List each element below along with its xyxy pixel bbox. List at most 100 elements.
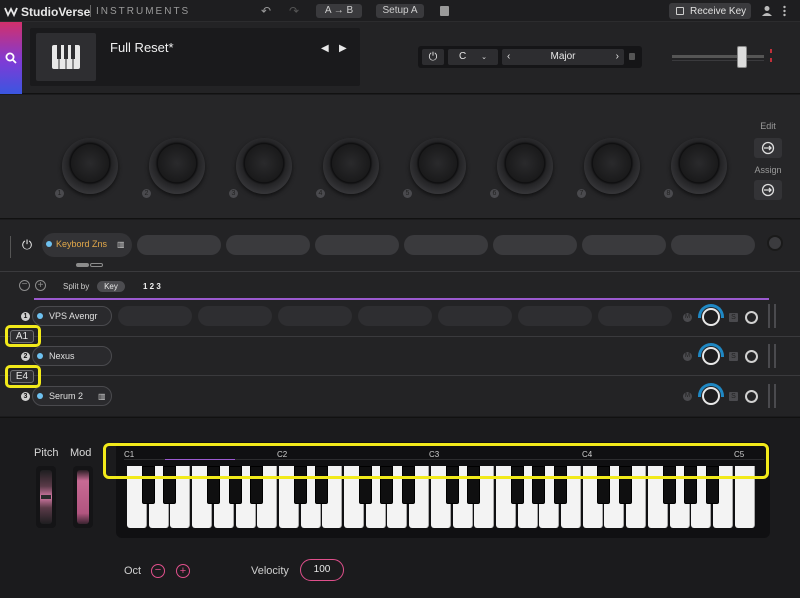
remove-zone-icon[interactable]: − <box>19 280 30 291</box>
zone-instrument-slot[interactable]: Nexus <box>32 346 112 366</box>
zones-power-icon[interactable]: ⏻ <box>18 236 36 254</box>
redo-icon[interactable]: ↷ <box>286 3 302 19</box>
scale-next-icon[interactable]: › <box>616 49 619 65</box>
solo-button[interactable]: S <box>729 392 738 401</box>
assign-icon <box>761 183 775 197</box>
mod-wheel-body[interactable] <box>77 470 89 524</box>
macro-knob-2[interactable] <box>149 138 205 194</box>
zone-pan-knob[interactable] <box>745 390 758 403</box>
zone-page-indicator[interactable] <box>76 263 89 267</box>
empty-slot[interactable] <box>671 235 755 255</box>
octave-up-icon[interactable]: + <box>176 564 190 578</box>
edit-icon <box>761 141 775 155</box>
empty-slot[interactable] <box>438 306 512 326</box>
mod-label: Mod <box>70 447 92 459</box>
empty-slot[interactable] <box>118 306 192 326</box>
title-divider <box>90 5 91 17</box>
octave-range-highlight <box>103 443 769 479</box>
macro-knob-5[interactable] <box>410 138 466 194</box>
mute-button[interactable]: M <box>683 352 692 361</box>
user-icon[interactable] <box>762 5 772 17</box>
zone-range-line <box>34 298 769 300</box>
key-value: C <box>459 51 467 62</box>
macro-knob-8[interactable] <box>671 138 727 194</box>
pitch-wheel-center <box>41 495 51 499</box>
zone-meter <box>768 384 770 408</box>
empty-slot[interactable] <box>278 306 352 326</box>
zone-numbers[interactable]: 1 2 3 <box>143 282 161 291</box>
search-icon[interactable] <box>4 51 18 65</box>
macro-knob-3[interactable] <box>236 138 292 194</box>
empty-slot[interactable] <box>137 235 221 255</box>
previous-preset-icon[interactable]: ◀ <box>321 43 329 54</box>
add-zone-icon[interactable]: + <box>35 280 46 291</box>
empty-slot[interactable] <box>598 306 672 326</box>
empty-slot[interactable] <box>198 306 272 326</box>
key-dropdown[interactable]: C ⌄ <box>448 49 498 65</box>
app-section: INSTRUMENTS <box>96 6 191 17</box>
next-preset-icon[interactable]: ▶ <box>339 43 347 54</box>
macro-knob-6[interactable] <box>497 138 553 194</box>
split-note-tag[interactable]: A1 <box>10 330 34 343</box>
instrument-keys-icon: ▥ <box>117 240 125 249</box>
zone-volume-knob[interactable] <box>702 308 720 326</box>
receive-key-checkbox[interactable] <box>676 7 684 15</box>
macro-knob-1[interactable] <box>62 138 118 194</box>
split-mode-button[interactable]: Key <box>97 281 125 292</box>
more-menu-icon[interactable] <box>783 5 786 17</box>
empty-slot[interactable] <box>315 235 399 255</box>
empty-slot[interactable] <box>404 235 488 255</box>
macro-number: 4 <box>316 189 325 198</box>
zone-meter <box>774 384 776 408</box>
scale-selector[interactable]: ‹ Major › <box>502 49 624 65</box>
velocity-value-field[interactable]: 100 <box>300 559 344 581</box>
empty-slot[interactable] <box>493 235 577 255</box>
mute-button[interactable]: M <box>683 313 692 322</box>
zone-pan-knob[interactable] <box>745 311 758 324</box>
piano-icon <box>51 44 81 70</box>
solo-button[interactable]: S <box>729 352 738 361</box>
edit-label: Edit <box>760 121 776 131</box>
master-fader-handle[interactable] <box>737 46 747 68</box>
assign-macro-button[interactable] <box>754 180 782 200</box>
zones-volume-knob[interactable] <box>767 235 783 251</box>
macro-knob-4[interactable] <box>323 138 379 194</box>
macro-number: 6 <box>490 189 499 198</box>
macro-knob-7[interactable] <box>584 138 640 194</box>
lock-icon[interactable] <box>629 53 635 60</box>
assign-label: Assign <box>754 165 782 175</box>
empty-slot[interactable] <box>582 235 666 255</box>
zone-number: 2 <box>21 352 30 361</box>
zone-meter <box>768 344 770 368</box>
octave-down-icon[interactable]: − <box>151 564 165 578</box>
status-dot <box>37 393 43 399</box>
split-note-tag[interactable]: E4 <box>10 370 34 383</box>
pitch-wheel[interactable] <box>36 466 56 528</box>
mod-wheel[interactable] <box>73 466 93 528</box>
preset-name[interactable]: Full Reset* <box>110 40 174 55</box>
empty-slot[interactable] <box>358 306 432 326</box>
empty-slot[interactable] <box>518 306 592 326</box>
zone-page-indicator[interactable] <box>90 263 103 267</box>
zone-instrument-slot[interactable]: VPS Avengr <box>32 306 112 326</box>
solo-button[interactable]: S <box>729 313 738 322</box>
instrument-name: Nexus <box>49 351 75 361</box>
setup-button[interactable]: Setup A <box>376 4 424 18</box>
undo-icon[interactable]: ↶ <box>258 3 274 19</box>
zone-pan-knob[interactable] <box>745 350 758 363</box>
key-power-icon[interactable]: ⏻ <box>422 49 444 65</box>
master-fader-guide <box>672 60 764 61</box>
macro-number: 8 <box>664 189 673 198</box>
ab-compare-button[interactable]: A → B <box>316 4 362 18</box>
master-fader-track[interactable] <box>672 55 764 58</box>
save-icon[interactable] <box>440 6 449 16</box>
instrument-name: Serum 2 <box>49 391 84 401</box>
edit-macro-button[interactable] <box>754 138 782 158</box>
zone-volume-knob[interactable] <box>702 347 720 365</box>
empty-slot[interactable] <box>226 235 310 255</box>
mute-button[interactable]: M <box>683 392 692 401</box>
macro-number: 1 <box>55 189 64 198</box>
zone-meter <box>768 304 770 328</box>
zone-volume-knob[interactable] <box>702 387 720 405</box>
scale-prev-icon[interactable]: ‹ <box>507 49 510 65</box>
